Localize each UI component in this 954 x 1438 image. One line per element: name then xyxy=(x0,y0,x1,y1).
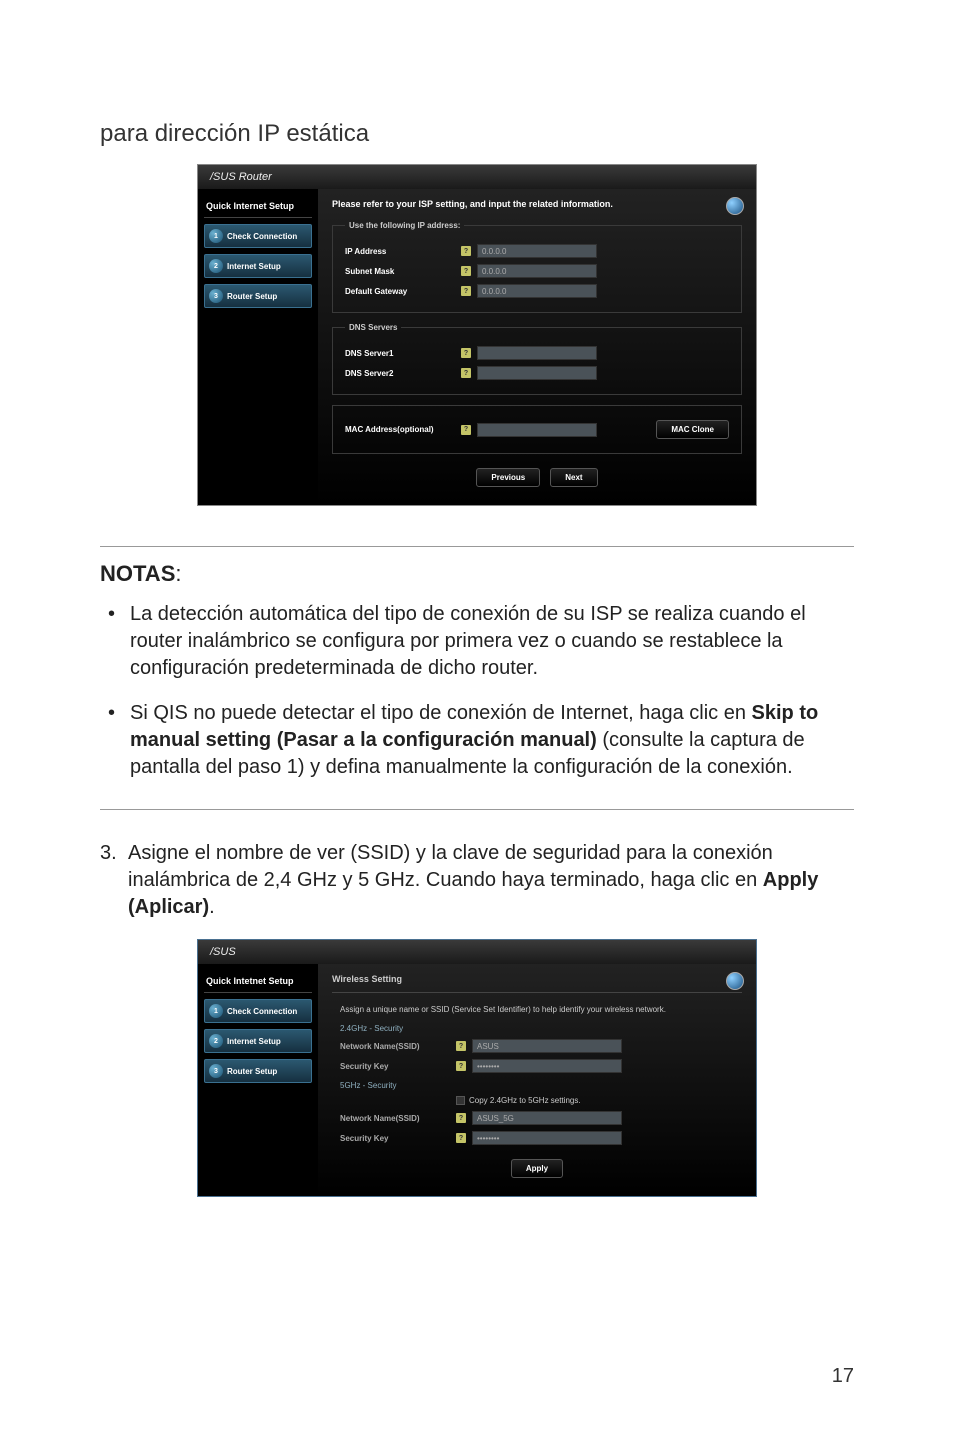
security-key-24-input[interactable] xyxy=(472,1059,622,1073)
section-heading: para dirección IP estática xyxy=(100,120,854,148)
note-item: La detección automática del tipo de cone… xyxy=(130,601,854,682)
notes-list: La detección automática del tipo de cone… xyxy=(100,601,854,781)
fieldset-legend: DNS Servers xyxy=(345,323,401,332)
mac-address-label: MAC Address(optional) xyxy=(345,425,455,434)
sidebar-step-internet-setup[interactable]: 2 Internet Setup xyxy=(204,254,312,278)
copy-settings-checkbox-row[interactable]: Copy 2.4GHz to 5GHz settings. xyxy=(456,1096,581,1105)
copy-settings-text: Copy 2.4GHz to 5GHz settings. xyxy=(469,1096,581,1105)
sidebar-title: Quick Intetnet Setup xyxy=(204,970,312,993)
divider xyxy=(100,809,854,810)
help-icon[interactable]: ? xyxy=(461,266,471,276)
help-icon[interactable]: ? xyxy=(456,1133,466,1143)
ssid-5-input[interactable] xyxy=(472,1111,622,1125)
section-5ghz-label: 5GHz - Security xyxy=(340,1081,742,1090)
main-heading: Wireless Setting xyxy=(332,974,742,993)
help-icon[interactable]: ? xyxy=(461,368,471,378)
mac-clone-button[interactable]: MAC Clone xyxy=(656,420,729,439)
fieldset-legend: Use the following IP address: xyxy=(345,221,464,230)
security-key-label: Security Key xyxy=(340,1134,450,1143)
step-label: Internet Setup xyxy=(227,262,281,271)
ssid-label: Network Name(SSID) xyxy=(340,1042,450,1051)
ip-address-fieldset: Use the following IP address: IP Address… xyxy=(332,221,742,313)
ssid-24-input[interactable] xyxy=(472,1039,622,1053)
help-icon[interactable]: ? xyxy=(461,425,471,435)
help-icon[interactable]: ? xyxy=(456,1061,466,1071)
ip-address-input[interactable] xyxy=(477,244,597,258)
section-24ghz-label: 2.4GHz - Security xyxy=(340,1024,742,1033)
sidebar-step-router-setup[interactable]: 3 Router Setup xyxy=(204,1059,312,1083)
dns2-label: DNS Server2 xyxy=(345,369,455,378)
router-panel-static-ip: /SUS Router Quick Internet Setup 1 Check … xyxy=(197,164,757,506)
help-icon[interactable]: ? xyxy=(456,1113,466,1123)
step3-instruction: 3. Asigne el nombre de ver (SSID) y la c… xyxy=(100,840,854,921)
step-label: Check Connection xyxy=(227,1007,297,1016)
step-label: Internet Setup xyxy=(227,1037,281,1046)
step-number-icon: 1 xyxy=(209,1004,223,1018)
step-label: Router Setup xyxy=(227,292,277,301)
step-label: Check Connection xyxy=(227,232,297,241)
main-heading: Please refer to your ISP setting, and in… xyxy=(332,199,742,209)
globe-icon xyxy=(726,197,744,215)
next-button[interactable]: Next xyxy=(550,468,597,487)
mac-address-fieldset: MAC Address(optional) ? MAC Clone xyxy=(332,405,742,454)
dns1-label: DNS Server1 xyxy=(345,349,455,358)
sidebar-step-router-setup[interactable]: 3 Router Setup xyxy=(204,284,312,308)
subnet-mask-label: Subnet Mask xyxy=(345,267,455,276)
globe-icon xyxy=(726,972,744,990)
note-item: Si QIS no puede detectar el tipo de cone… xyxy=(130,700,854,781)
previous-button[interactable]: Previous xyxy=(476,468,540,487)
help-icon[interactable]: ? xyxy=(461,348,471,358)
description-text: Assign a unique name or SSID (Service Se… xyxy=(340,1005,742,1014)
mac-address-input[interactable] xyxy=(477,423,597,437)
sidebar-step-check-connection[interactable]: 1 Check Connection xyxy=(204,224,312,248)
router-sidebar: Quick Internet Setup 1 Check Connection 2… xyxy=(198,189,318,505)
notes-title: NOTAS: xyxy=(100,561,854,587)
security-key-label: Security Key xyxy=(340,1062,450,1071)
ip-address-label: IP Address xyxy=(345,247,455,256)
router-main-content: Please refer to your ISP setting, and in… xyxy=(318,189,756,505)
step-number-icon: 3 xyxy=(209,289,223,303)
dns-servers-fieldset: DNS Servers DNS Server1 ? DNS Server2 ? xyxy=(332,323,742,395)
checkbox-icon[interactable] xyxy=(456,1096,465,1105)
subnet-mask-input[interactable] xyxy=(477,264,597,278)
step-number-icon: 2 xyxy=(209,259,223,273)
page-number: 17 xyxy=(832,1365,854,1388)
step-number-icon: 3 xyxy=(209,1064,223,1078)
default-gateway-input[interactable] xyxy=(477,284,597,298)
router-brand: /SUS Router xyxy=(198,165,756,189)
router-panel-wireless: /SUS Quick Intetnet Setup 1 Check Connect… xyxy=(197,939,757,1197)
router-brand: /SUS xyxy=(198,940,756,964)
step-label: Router Setup xyxy=(227,1067,277,1076)
router-sidebar: Quick Intetnet Setup 1 Check Connection 2… xyxy=(198,964,318,1196)
ssid-label: Network Name(SSID) xyxy=(340,1114,450,1123)
router-main-content: Wireless Setting Assign a unique name or… xyxy=(318,964,756,1196)
help-icon[interactable]: ? xyxy=(461,286,471,296)
apply-button[interactable]: Apply xyxy=(511,1159,563,1178)
sidebar-title: Quick Internet Setup xyxy=(204,195,312,218)
step-number-icon: 2 xyxy=(209,1034,223,1048)
dns2-input[interactable] xyxy=(477,366,597,380)
security-key-5-input[interactable] xyxy=(472,1131,622,1145)
default-gateway-label: Default Gateway xyxy=(345,287,455,296)
sidebar-step-internet-setup[interactable]: 2 Internet Setup xyxy=(204,1029,312,1053)
step-number-icon: 1 xyxy=(209,229,223,243)
help-icon[interactable]: ? xyxy=(456,1041,466,1051)
sidebar-step-check-connection[interactable]: 1 Check Connection xyxy=(204,999,312,1023)
divider xyxy=(100,546,854,547)
help-icon[interactable]: ? xyxy=(461,246,471,256)
dns1-input[interactable] xyxy=(477,346,597,360)
